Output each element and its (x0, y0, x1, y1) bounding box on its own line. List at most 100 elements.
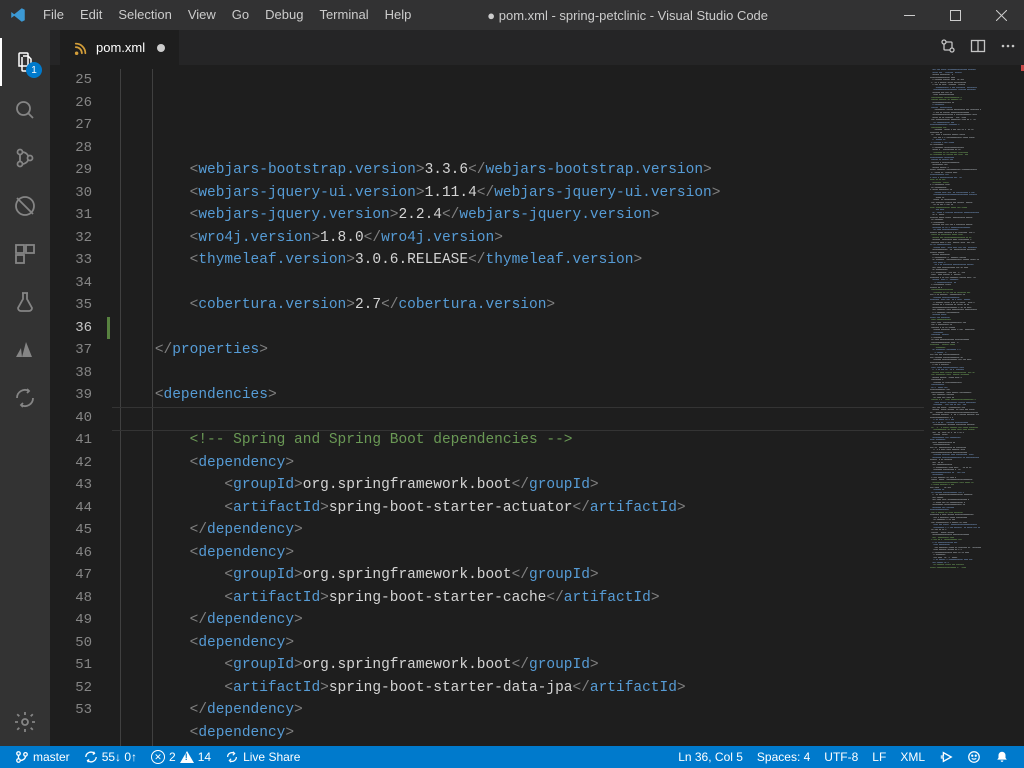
status-bar: master 55↓ 0↑ ✕2 14 Live Share Ln 36, Co… (0, 746, 1024, 768)
line-number: 29 (58, 159, 110, 182)
menu-file[interactable]: File (35, 0, 72, 30)
line-number: 37 (58, 339, 110, 362)
editor-actions (932, 30, 1024, 65)
code-area[interactable]: <webjars-bootstrap.version>3.3.6</webjar… (112, 65, 924, 746)
line-number: 31 (58, 204, 110, 227)
line-number: 45 (58, 519, 110, 542)
line-number: 47 (58, 564, 110, 587)
code-line: <artifactId>spring-boot-starter-actuator… (120, 497, 924, 520)
line-number: 33 (58, 249, 110, 272)
code-line: <wro4j.version>1.8.0</wro4j.version> (120, 227, 924, 250)
line-number: 27 (58, 114, 110, 137)
code-line: <dependency> (120, 452, 924, 475)
line-number: 26 (58, 92, 110, 115)
code-line: <thymeleaf.version>3.0.6.RELEASE</thymel… (120, 249, 924, 272)
tab-pom-xml[interactable]: pom.xml (60, 30, 179, 65)
dirty-indicator-icon (157, 44, 165, 52)
menu-selection[interactable]: Selection (110, 0, 179, 30)
eol-status[interactable]: LF (865, 746, 893, 768)
more-actions-icon[interactable] (1000, 38, 1016, 57)
tab-label: pom.xml (96, 40, 145, 55)
liveshare-icon[interactable] (0, 374, 50, 422)
window-title: ● pom.xml - spring-petclinic - Visual St… (369, 8, 886, 23)
settings-gear-icon[interactable] (0, 698, 50, 746)
code-line: <!-- Spring and Spring Boot dependencies… (120, 429, 924, 452)
line-number: 40 (58, 407, 110, 430)
feedback-smiley-icon[interactable] (960, 746, 988, 768)
line-number: 51 (58, 654, 110, 677)
menu-terminal[interactable]: Terminal (311, 0, 376, 30)
line-number: 43 (58, 474, 110, 497)
line-number: 44 (58, 497, 110, 520)
line-number: 50 (58, 632, 110, 655)
line-number: 30 (58, 182, 110, 205)
code-line: <dependency> (120, 542, 924, 565)
azure-icon[interactable] (0, 326, 50, 374)
maximize-button[interactable] (932, 0, 978, 30)
menu-bar: FileEditSelectionViewGoDebugTerminalHelp (35, 0, 419, 30)
cursor-position-status[interactable]: Ln 36, Col 5 (671, 746, 750, 768)
code-line: </dependency> (120, 519, 924, 542)
line-number: 49 (58, 609, 110, 632)
title-bar: FileEditSelectionViewGoDebugTerminalHelp… (0, 0, 1024, 30)
explorer-badge: 1 (26, 62, 42, 78)
menu-debug[interactable]: Debug (257, 0, 311, 30)
line-number: 52 (58, 677, 110, 700)
xml-file-icon (74, 41, 88, 55)
debug-icon[interactable] (0, 182, 50, 230)
liveshare-status[interactable]: Live Share (218, 746, 307, 768)
source-control-icon[interactable] (0, 134, 50, 182)
line-number: 35 (58, 294, 110, 317)
code-line (120, 362, 924, 385)
tab-bar: pom.xml (50, 30, 1024, 65)
testing-icon[interactable] (0, 278, 50, 326)
code-line: <dependency> (120, 722, 924, 745)
explorer-icon[interactable]: 1 (0, 38, 50, 86)
search-icon[interactable] (0, 86, 50, 134)
indentation-status[interactable]: Spaces: 4 (750, 746, 817, 768)
code-line: <groupId>org.springframework.boot</group… (120, 564, 924, 587)
vscode-logo-icon (0, 6, 35, 24)
menu-go[interactable]: Go (224, 0, 257, 30)
error-icon: ✕ (151, 750, 165, 764)
git-branch-status[interactable]: master (8, 746, 77, 768)
minimap[interactable]: ▪▪▪ ▪▪▪ ▪▪▪▪▪ ▪▪▪▪▪▪▪▪▪▪▪▪▪▪▪▪▪▪ ▪▪▪▪▪▪▪… (924, 65, 1024, 746)
notifications-bell-icon[interactable] (988, 746, 1016, 768)
code-line: </dependency> (120, 699, 924, 722)
menu-edit[interactable]: Edit (72, 0, 110, 30)
problems-status[interactable]: ✕2 14 (144, 746, 218, 768)
code-line: <artifactId>spring-boot-starter-data-jpa… (120, 677, 924, 700)
warning-icon (180, 751, 194, 763)
line-number: 39 (58, 384, 110, 407)
minimize-button[interactable] (886, 0, 932, 30)
line-number-gutter: 2526272829303132333435363738394041424344… (50, 65, 112, 746)
code-line: </properties> (120, 339, 924, 362)
editor-body[interactable]: 2526272829303132333435363738394041424344… (50, 65, 1024, 746)
code-line: <webjars-jquery-ui.version>1.11.4</webja… (120, 182, 924, 205)
split-editor-icon[interactable] (970, 38, 986, 57)
code-line: <artifactId>spring-boot-starter-cache</a… (120, 587, 924, 610)
main-row: 1 pom.xml 252627282930313233343536373 (0, 30, 1024, 746)
sync-status[interactable]: 55↓ 0↑ (77, 746, 144, 768)
language-mode-status[interactable]: XML (893, 746, 932, 768)
line-number: 53 (58, 699, 110, 722)
activity-bar: 1 (0, 30, 50, 746)
extensions-icon[interactable] (0, 230, 50, 278)
window-controls (886, 0, 1024, 30)
feedback-icon[interactable] (932, 746, 960, 768)
menu-view[interactable]: View (180, 0, 224, 30)
line-number: 41 (58, 429, 110, 452)
line-number: 36 (58, 317, 110, 340)
code-line: </dependency> (120, 609, 924, 632)
code-line: <groupId>org.springframework.boot</group… (120, 654, 924, 677)
code-line (120, 272, 924, 295)
compare-icon[interactable] (940, 38, 956, 57)
code-line: <groupId>org.springframework.boot</group… (120, 744, 924, 746)
close-button[interactable] (978, 0, 1024, 30)
line-number: 46 (58, 542, 110, 565)
encoding-status[interactable]: UTF-8 (817, 746, 865, 768)
line-number: 42 (58, 452, 110, 475)
code-line: <dependencies> (120, 384, 924, 407)
line-number: 48 (58, 587, 110, 610)
code-line: <webjars-bootstrap.version>3.3.6</webjar… (120, 159, 924, 182)
